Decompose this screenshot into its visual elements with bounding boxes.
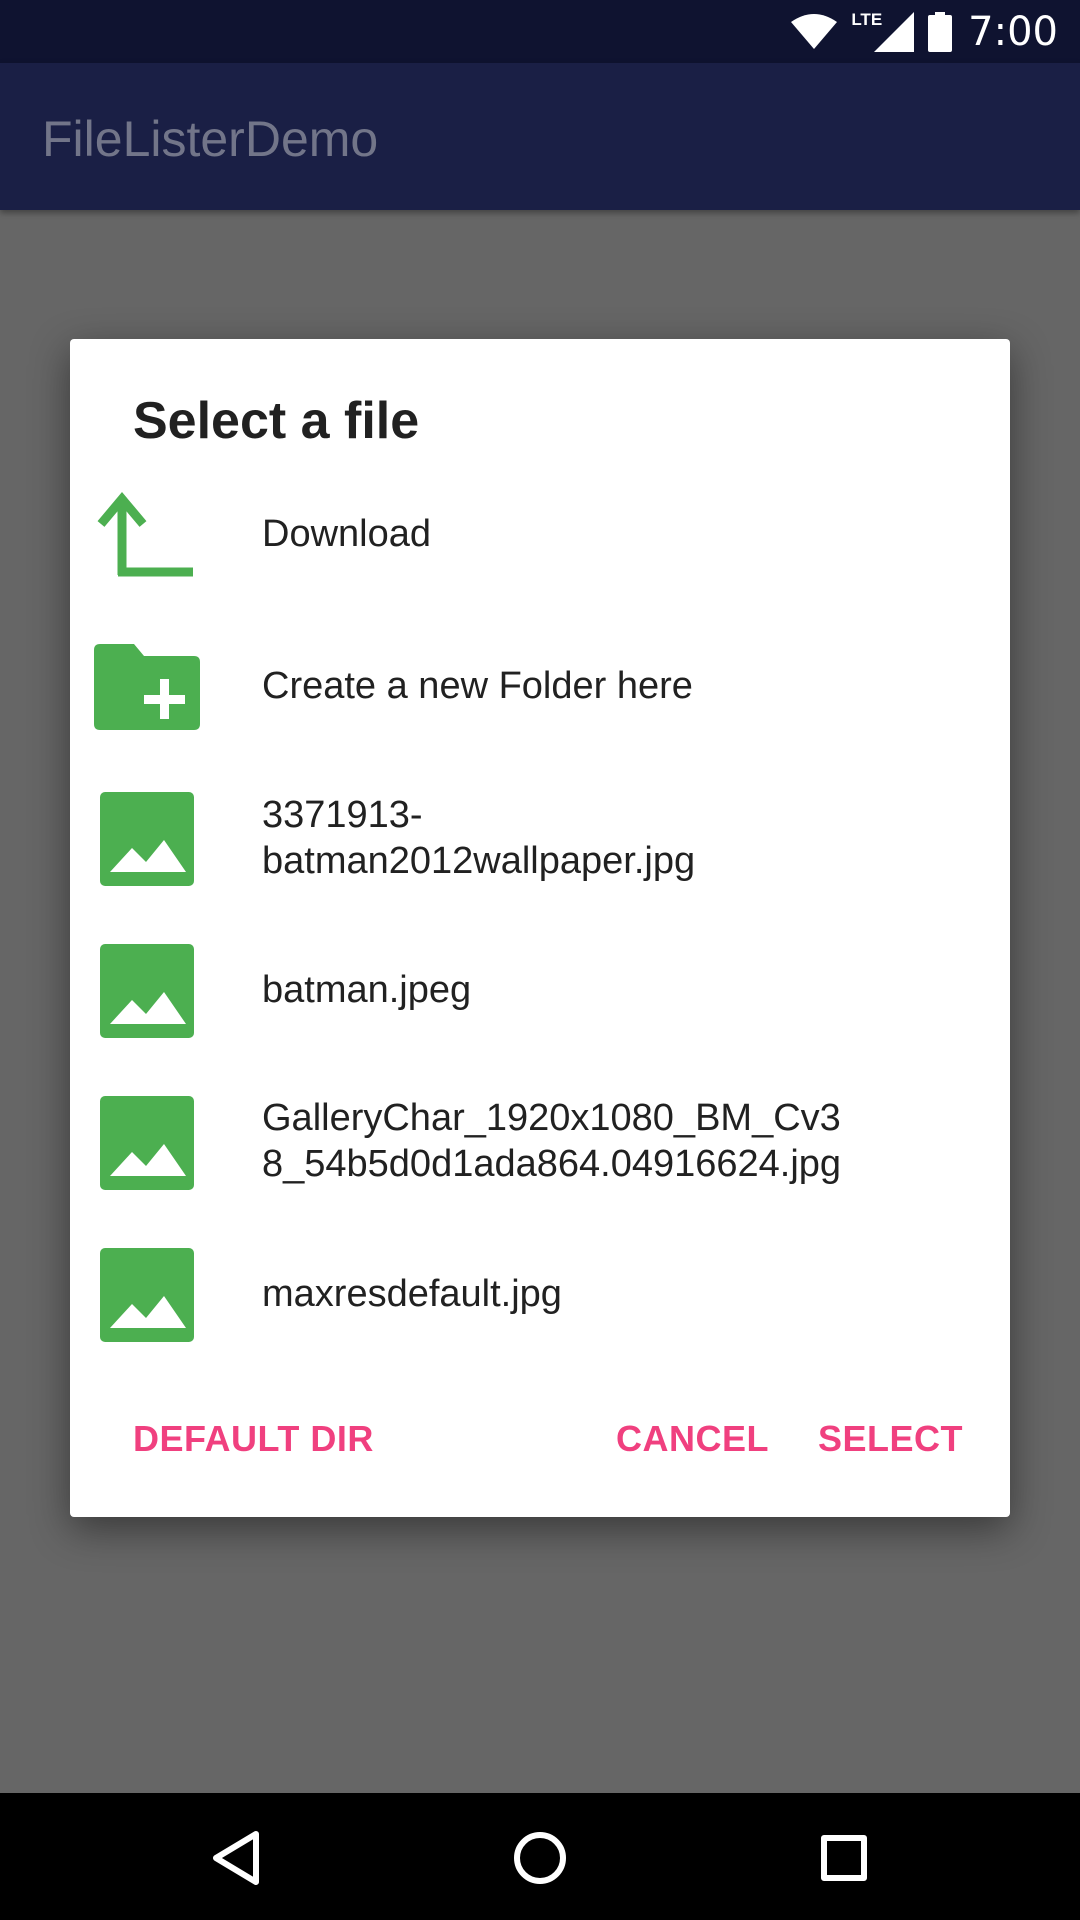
list-item-label: Create a new Folder here <box>262 665 693 707</box>
navigation-bar <box>0 1793 1080 1920</box>
list-item-parent-directory[interactable]: Download <box>70 459 1010 609</box>
back-icon[interactable] <box>206 1828 266 1888</box>
list-item-label: batman.jpeg <box>262 969 472 1011</box>
dialog-title: Select a file <box>133 392 420 450</box>
default-dir-button[interactable]: DEFAULT DIR <box>133 1399 374 1479</box>
cancel-button[interactable]: CANCEL <box>616 1399 769 1479</box>
wifi-icon <box>791 13 838 50</box>
app-bar: FileListerDemo <box>0 63 1080 210</box>
status-bar: LTE 7:00 <box>0 0 1080 63</box>
file-picker-dialog: Select a file Download Create a new Fold… <box>70 339 1010 1517</box>
folder-add-icon <box>92 637 202 737</box>
list-item-file[interactable]: 3371913- batman2012wallpaper.jpg <box>70 763 1010 913</box>
image-icon <box>92 1093 202 1193</box>
lte-label: LTE <box>851 9 883 29</box>
list-item-label: maxresdefault.jpg <box>262 1273 562 1315</box>
list-item-label: 3371913- batman2012wallpaper.jpg <box>262 794 696 882</box>
list-item-file[interactable]: batman.jpeg <box>70 915 1010 1065</box>
list-item-label: GalleryChar_1920x1080_BM_Cv38_54b5d0d1ad… <box>262 1097 842 1185</box>
dialog-actions: DEFAULT DIR CANCEL SELECT <box>70 1399 1010 1479</box>
app-title: FileListerDemo <box>42 111 379 167</box>
home-icon[interactable] <box>510 1828 570 1888</box>
image-icon <box>92 789 202 889</box>
list-item-file[interactable]: maxresdefault.jpg <box>70 1219 1010 1369</box>
folder-up-icon <box>92 485 202 585</box>
list-item-file[interactable]: GalleryChar_1920x1080_BM_Cv38_54b5d0d1ad… <box>70 1067 1010 1217</box>
recents-icon[interactable] <box>814 1828 874 1888</box>
battery-icon <box>928 11 953 52</box>
clock: 7:00 <box>968 8 1058 55</box>
image-icon <box>92 941 202 1041</box>
lte-signal-icon: LTE <box>851 9 915 52</box>
image-icon <box>92 1245 202 1345</box>
list-item-label: Download <box>262 513 431 555</box>
list-item-create-folder[interactable]: Create a new Folder here <box>70 611 1010 761</box>
select-button[interactable]: SELECT <box>818 1399 963 1479</box>
